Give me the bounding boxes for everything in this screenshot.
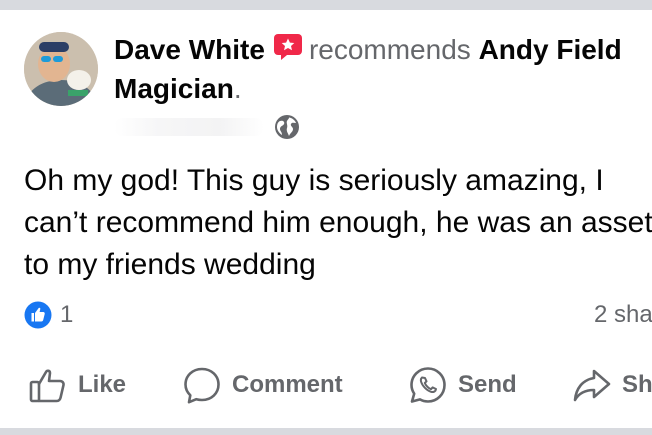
send-button[interactable]: Send	[408, 362, 517, 408]
avatar[interactable]	[24, 32, 98, 106]
post-body: Oh my god! This guy is seriously amazing…	[24, 164, 652, 281]
like-reaction-icon	[24, 301, 52, 329]
share-icon	[573, 369, 611, 402]
reaction-summary[interactable]: 1	[24, 300, 73, 330]
recommends-verb: recommends	[308, 34, 471, 65]
recommendation-badge-icon	[273, 34, 302, 60]
whatsapp-icon	[410, 367, 446, 403]
comment-label: Comment	[232, 371, 343, 398]
like-label: Like	[78, 371, 127, 398]
like-count: 1	[60, 301, 74, 328]
share-count[interactable]: 2 sha	[594, 300, 652, 330]
post-meta	[114, 114, 300, 140]
share-label: Sh	[622, 371, 652, 398]
author-name[interactable]: Dave White	[114, 34, 265, 65]
post-title: Dave White recommends Andy Field Magician…	[114, 30, 644, 108]
comment-button[interactable]: Comment	[182, 362, 343, 408]
top-divider	[0, 0, 652, 10]
like-button[interactable]: Like	[28, 362, 126, 408]
bottom-divider	[0, 428, 652, 435]
send-label: Send	[458, 371, 517, 398]
timestamp-blurred	[114, 118, 264, 136]
thumbs-up-icon	[29, 369, 65, 403]
share-button[interactable]: Sh	[572, 362, 652, 408]
globe-icon	[275, 115, 299, 139]
post-actions: Like Comment Send Sh	[0, 362, 652, 408]
comment-icon	[184, 367, 220, 404]
title-period: .	[233, 73, 242, 104]
